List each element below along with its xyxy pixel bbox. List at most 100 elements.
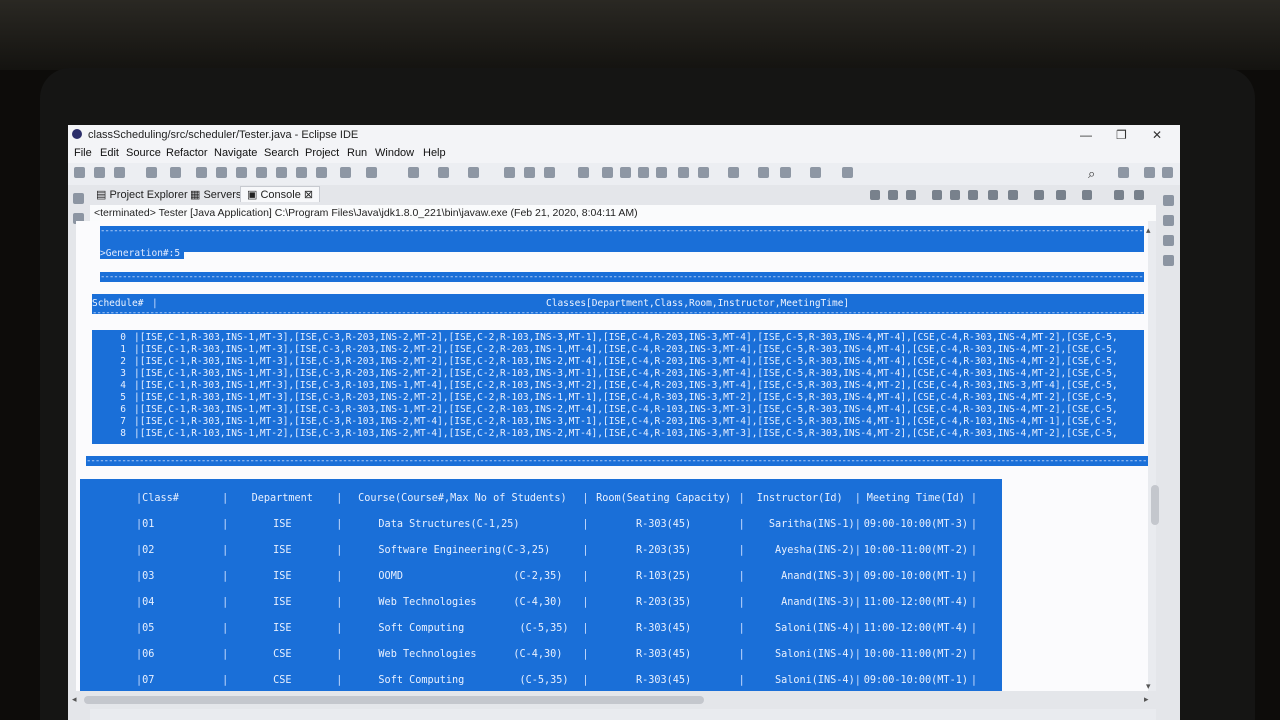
class-table: | Class# | Department | Course(Course#,Max … (136, 485, 977, 691)
selection-band (100, 236, 1144, 252)
last-edit-icon[interactable] (758, 167, 769, 178)
breakpoints-icon[interactable] (1163, 235, 1174, 246)
menu-window[interactable]: Window (375, 147, 414, 159)
scroll-lock-icon[interactable] (950, 190, 960, 200)
show-on-error-icon[interactable] (1008, 190, 1018, 200)
menu-project[interactable]: Project (305, 147, 339, 159)
schedule-row: 0 |[ISE,C-1,R-303,INS-1,MT-3],[ISE,C-3,R-… (120, 332, 1118, 343)
open-type-icon[interactable] (578, 167, 589, 178)
expressions-icon[interactable] (1163, 255, 1174, 266)
run-icon[interactable] (408, 167, 419, 178)
folder-icon: ▤ (96, 189, 110, 201)
new-class-icon[interactable] (544, 167, 555, 178)
console-output[interactable]: ----------------------------------------… (76, 221, 1148, 691)
menu-refactor[interactable]: Refactor (166, 147, 208, 159)
header-room: Room(Seating Capacity) (596, 492, 732, 504)
save-icon[interactable] (94, 167, 105, 178)
back-icon[interactable] (780, 167, 791, 178)
separator-line: ----------------------------------------… (100, 226, 1144, 236)
table-row: | 02 | ISE | Software Engineering(C-3,25) |… (136, 544, 977, 556)
variables-icon[interactable] (1163, 215, 1174, 226)
outline-icon[interactable] (1163, 195, 1174, 206)
task-icon[interactable] (602, 167, 613, 178)
minimize-view-icon[interactable] (1114, 190, 1124, 200)
schedule-row: 2 |[ISE,C-1,R-303,INS-1,MT-3],[ISE,C-3,R-… (120, 356, 1118, 367)
new-package-icon[interactable] (524, 167, 535, 178)
header-department: Department (251, 492, 313, 504)
server-icon: ▦ (190, 189, 204, 201)
scroll-down-icon[interactable]: ▾ (1146, 681, 1151, 692)
display-console-icon[interactable] (1056, 190, 1066, 200)
terminate-console-icon[interactable] (870, 190, 880, 200)
table-row: | 04 | ISE | Web Technologies (C-4,30) | R-2… (136, 596, 977, 608)
horizontal-scrollbar[interactable]: ◂ ▸ (68, 691, 1156, 709)
console-icon: ▣ (247, 189, 261, 201)
clear-console-icon[interactable] (932, 190, 942, 200)
restore-icon[interactable] (73, 193, 84, 204)
tab-project-explorer[interactable]: ▤ Project Explorer (96, 188, 188, 201)
maximize-view-icon[interactable] (1134, 190, 1144, 200)
step-into-icon[interactable] (276, 167, 287, 178)
terminal-icon[interactable] (146, 167, 157, 178)
resume-icon[interactable] (196, 167, 207, 178)
block-selection-icon[interactable] (638, 167, 649, 178)
close-button[interactable]: ✕ (1152, 128, 1162, 142)
background-scene (0, 0, 1280, 70)
next-annotation-icon[interactable] (698, 167, 709, 178)
scroll-right-icon[interactable]: ▸ (1144, 694, 1149, 705)
open-console-icon[interactable] (340, 167, 351, 178)
print-icon[interactable] (114, 167, 125, 178)
scroll-left-icon[interactable]: ◂ (72, 694, 77, 705)
open-console-icon[interactable] (1082, 190, 1092, 200)
schedule-row: 4 |[ISE,C-1,R-303,INS-1,MT-3],[ISE,C-3,R-… (120, 380, 1118, 391)
pin-editor-icon[interactable] (842, 167, 853, 178)
header-class-num: Class# (142, 492, 179, 504)
skip-icon[interactable] (170, 167, 181, 178)
new-java-project-icon[interactable] (504, 167, 515, 178)
step-over-icon[interactable] (296, 167, 307, 178)
previous-annotation-icon[interactable] (728, 167, 739, 178)
menu-edit[interactable]: Edit (100, 147, 119, 159)
pilcrow-icon[interactable] (678, 167, 689, 178)
schedule-row: 1 |[ISE,C-1,R-303,INS-1,MT-3],[ISE,C-3,R-… (120, 344, 1118, 355)
word-wrap-icon[interactable] (968, 190, 978, 200)
class-table-header: | Class# | Department | Course(Course#,Max … (136, 485, 977, 511)
open-perspective-icon[interactable] (1118, 167, 1129, 178)
minimize-button[interactable]: — (1080, 128, 1092, 142)
remove-all-icon[interactable] (906, 190, 916, 200)
separator-line: ----------------------------------------… (92, 308, 1144, 318)
step-return-icon[interactable] (316, 167, 327, 178)
menu-source[interactable]: Source (126, 147, 161, 159)
remove-launch-icon[interactable] (888, 190, 898, 200)
vertical-scroll-thumb[interactable] (1151, 485, 1159, 525)
menu-search[interactable]: Search (264, 147, 299, 159)
tab-servers[interactable]: ▦ Servers (190, 188, 241, 201)
terminate-icon[interactable] (236, 167, 247, 178)
debug-icon[interactable] (366, 167, 377, 178)
close-tab-icon[interactable]: ⊠ (304, 189, 313, 201)
menu-file[interactable]: File (74, 147, 92, 159)
disconnect-icon[interactable] (256, 167, 267, 178)
pin-console-icon[interactable] (1034, 190, 1044, 200)
tab-console[interactable]: ▣ Console ⊠ (240, 186, 321, 202)
debug-perspective-icon[interactable] (1162, 167, 1173, 178)
external-tools-icon[interactable] (468, 167, 479, 178)
menu-run[interactable]: Run (347, 147, 367, 159)
eclipse-window: classScheduling/src/scheduler/Tester.jav… (68, 125, 1180, 720)
scroll-up-icon[interactable]: ▴ (1146, 225, 1151, 236)
suspend-icon[interactable] (216, 167, 227, 178)
new-icon[interactable] (74, 167, 85, 178)
right-trim (1156, 185, 1180, 720)
horizontal-scroll-thumb[interactable] (84, 696, 704, 704)
menu-navigate[interactable]: Navigate (214, 147, 257, 159)
search-icon[interactable]: ⌕ (1088, 166, 1095, 182)
forward-icon[interactable] (810, 167, 821, 178)
java-perspective-icon[interactable] (1144, 167, 1155, 178)
coverage-icon[interactable] (438, 167, 449, 178)
table-row: | 06 | CSE | Web Technologies (C-4,30) | R-3… (136, 648, 977, 660)
mark-occurrences-icon[interactable] (620, 167, 631, 178)
show-on-output-icon[interactable] (988, 190, 998, 200)
show-whitespace-icon[interactable] (656, 167, 667, 178)
maximize-button[interactable]: ❐ (1116, 128, 1127, 142)
menu-help[interactable]: Help (423, 147, 446, 159)
